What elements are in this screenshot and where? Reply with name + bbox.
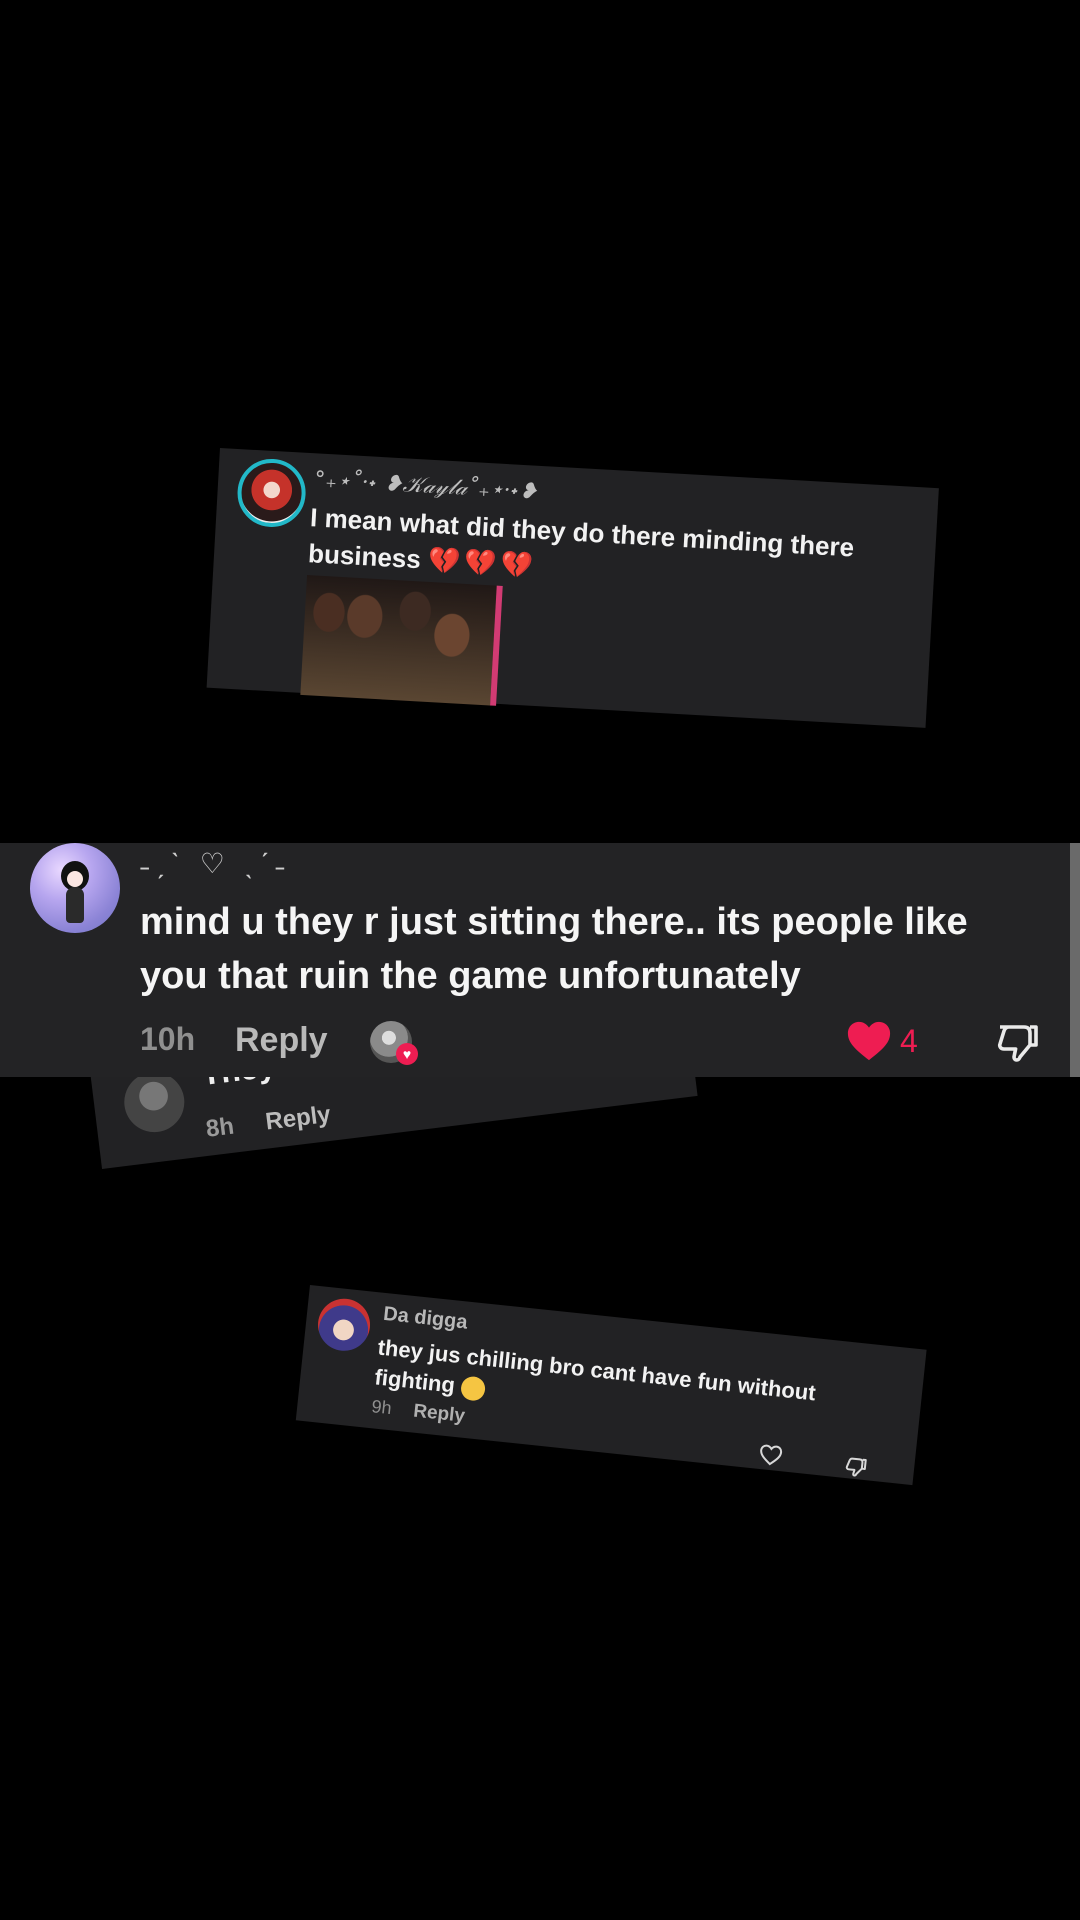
user-avatar[interactable] <box>120 1068 188 1136</box>
reply-button[interactable]: Reply <box>264 1101 332 1137</box>
username[interactable]: °₊⋆˚·˖ ❥𝒦𝒶𝓎𝓁𝒶˚₊⋆·˖❥ <box>314 467 539 504</box>
reply-button[interactable]: Reply <box>412 1401 466 1428</box>
scrollbar[interactable] <box>1070 843 1080 1077</box>
comment-time: 9h <box>370 1396 393 1419</box>
heart-icon[interactable] <box>758 1443 784 1467</box>
username[interactable]: Da digga <box>382 1303 468 1335</box>
comment-card-main: ˗ˏˋ ♡ ˎˊ˗ mind u they r just sitting the… <box>0 843 1080 1077</box>
thumbs-down-icon[interactable] <box>994 1019 1042 1067</box>
user-avatar[interactable] <box>315 1296 373 1354</box>
comment-time: 8h <box>204 1112 236 1143</box>
creator-heart-icon: ♥ <box>396 1043 418 1065</box>
comment-body: I mean what did they do there minding th… <box>307 502 855 575</box>
broken-heart-emoji: 💔💔💔 <box>427 544 538 581</box>
comment-text: they jus chilling bro cant have fun with… <box>373 1333 896 1447</box>
user-avatar[interactable] <box>235 457 308 529</box>
username[interactable]: ˗ˏˋ ♡ ˎˊ˗ <box>140 847 291 880</box>
comment-body: they jus chilling bro cant have fun with… <box>373 1334 817 1406</box>
comment-time: 10h <box>140 1021 196 1057</box>
heart-icon[interactable] <box>846 1019 892 1063</box>
comment-card-kayla: °₊⋆˚·˖ ❥𝒦𝒶𝓎𝓁𝒶˚₊⋆·˖❥ I mean what did they… <box>206 448 939 728</box>
thumbs-down-icon[interactable] <box>843 1454 869 1480</box>
avatar-figure-face <box>67 871 83 887</box>
avatar-figure-body <box>66 887 84 923</box>
comment-image[interactable] <box>300 575 503 706</box>
user-avatar[interactable] <box>30 843 120 933</box>
like-count: 4 <box>900 1023 918 1059</box>
comment-text: mind u they r just sitting there.. its p… <box>140 901 968 997</box>
comment-card-da-digga: Da digga they jus chilling bro cant have… <box>295 1285 927 1486</box>
crying-emoji-icon <box>459 1375 486 1402</box>
reply-button[interactable]: Reply <box>235 1021 328 1060</box>
